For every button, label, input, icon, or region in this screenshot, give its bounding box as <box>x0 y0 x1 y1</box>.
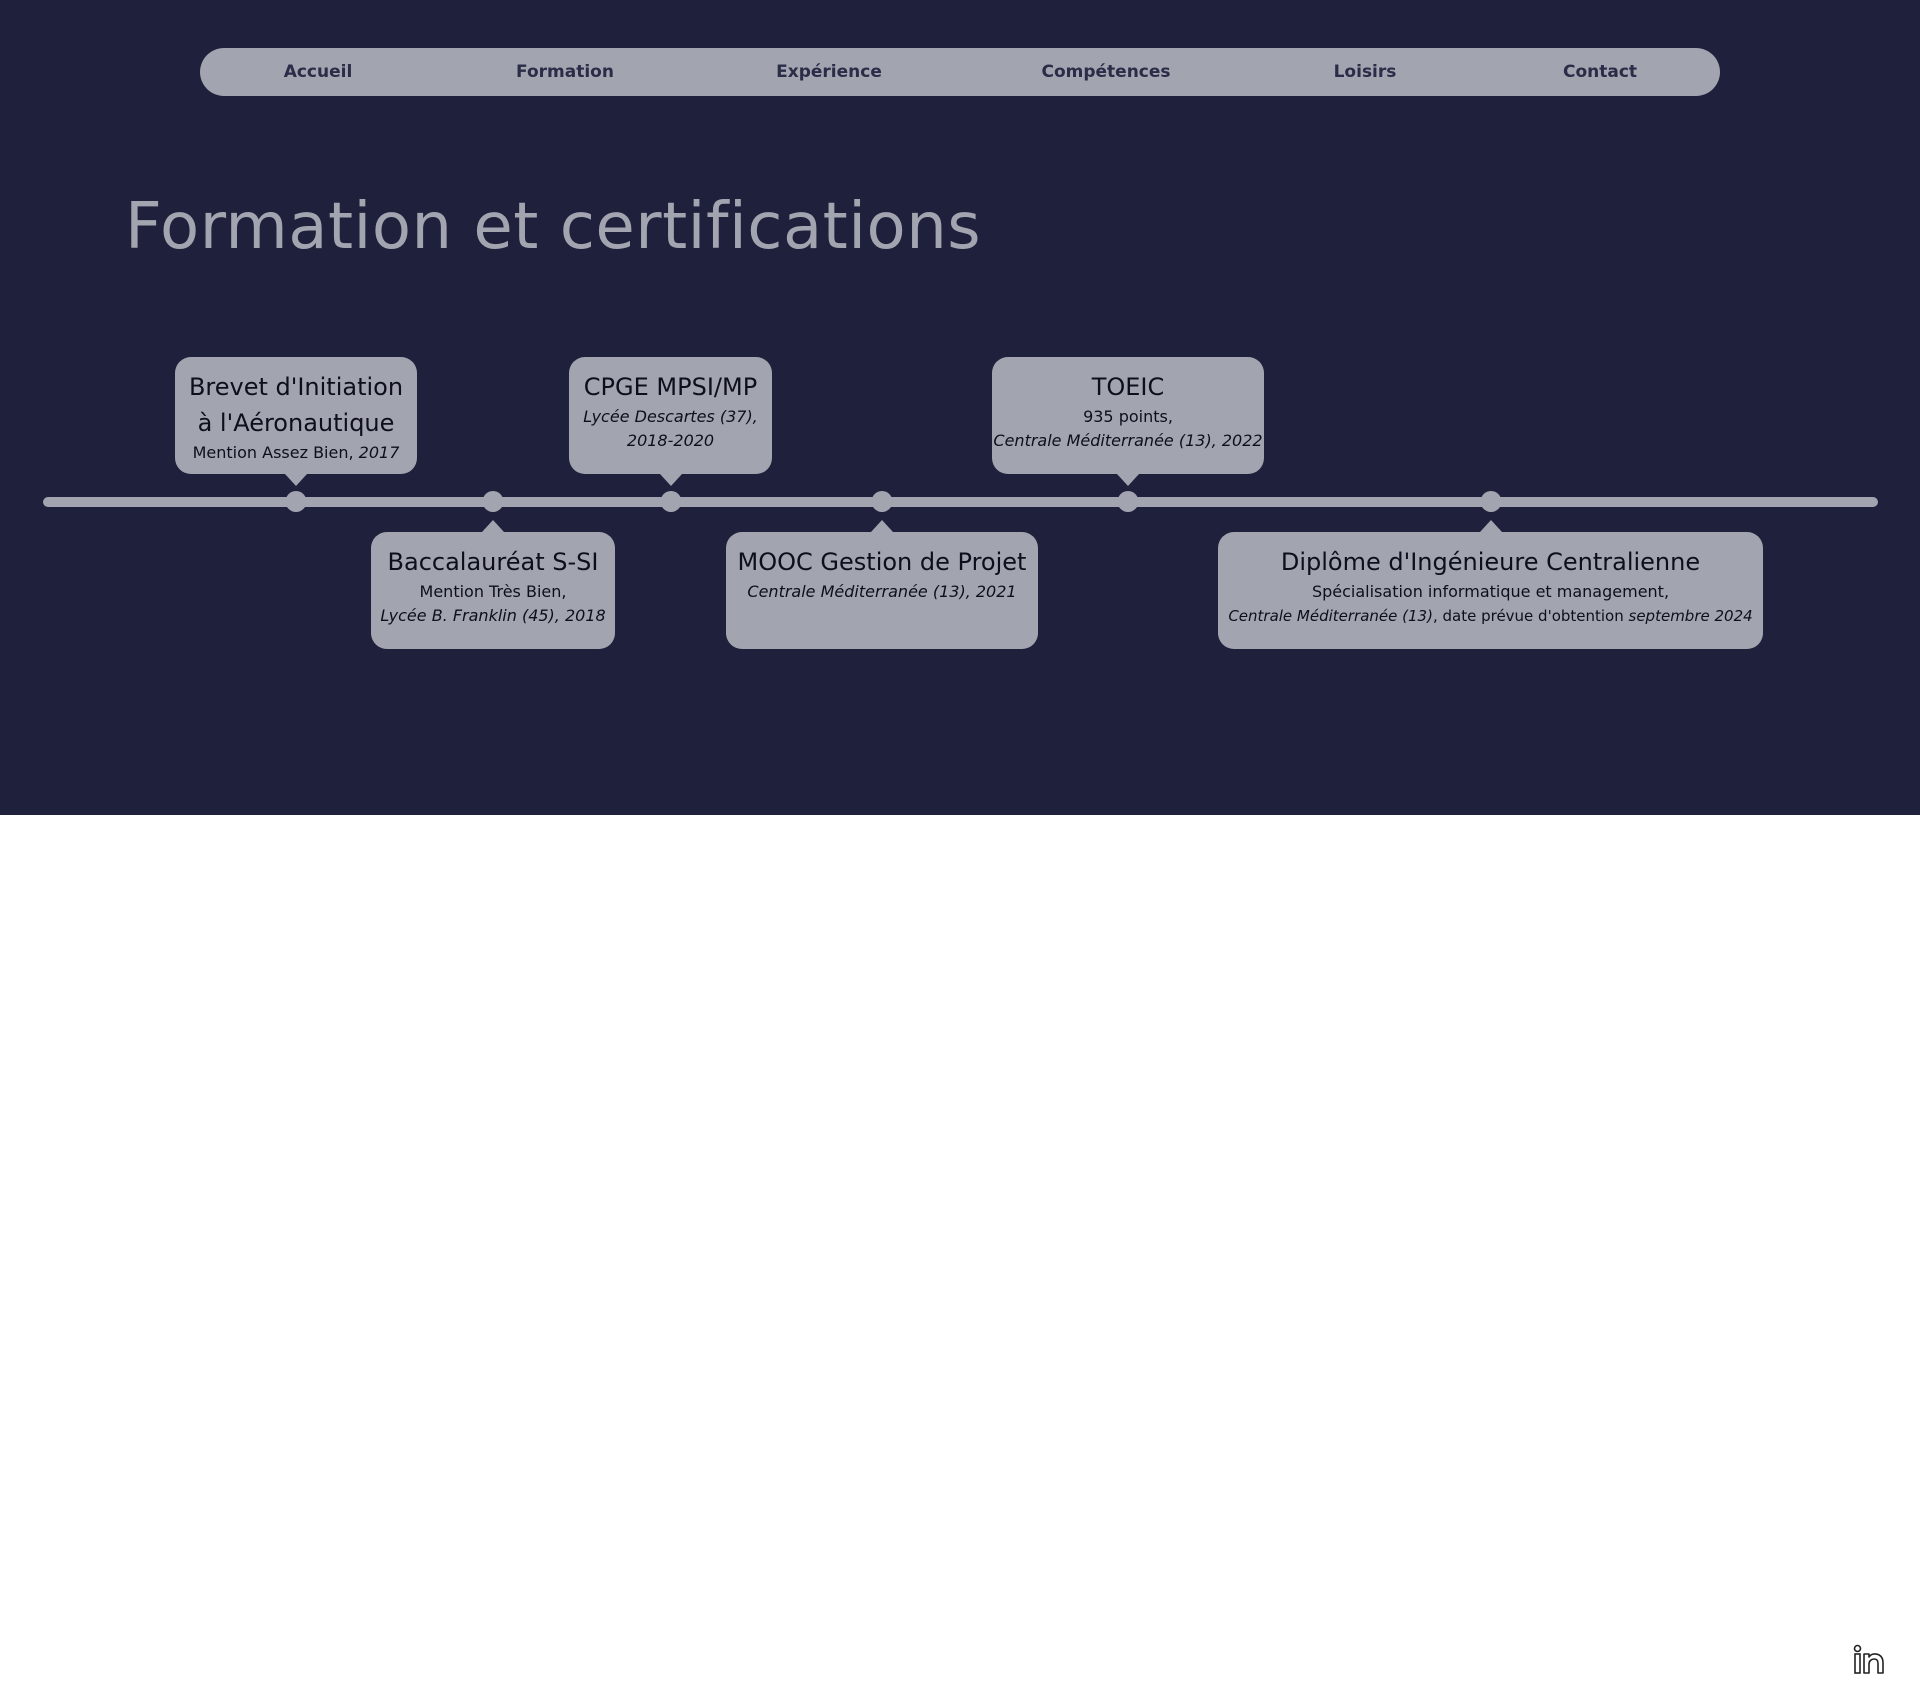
nav-accueil[interactable]: Accueil <box>284 48 353 96</box>
card-pointer <box>1479 520 1502 532</box>
nav-experience[interactable]: Expérience <box>776 48 882 96</box>
main-section: Accueil Formation Expérience Compétences… <box>0 0 1920 815</box>
timeline-dot <box>1480 491 1502 512</box>
card-detail: Centrale Méditerranée (13), 2021 <box>747 582 1017 601</box>
card-title: Diplôme d'Ingénieure Centralienne <box>1280 548 1701 576</box>
card-detail: Centrale Méditerranée (13), date prévue … <box>1228 607 1753 625</box>
card-title: TOEIC <box>1091 373 1165 401</box>
navbar: Accueil Formation Expérience Compétences… <box>200 48 1720 96</box>
card-title: CPGE MPSI/MP <box>583 373 758 401</box>
nav-formation[interactable]: Formation <box>516 48 614 96</box>
timeline-card-diplome: Diplôme d'Ingénieure Centralienne Spécia… <box>1218 520 1763 649</box>
card-detail: Mention Assez Bien, 2017 <box>192 443 400 462</box>
card-title: MOOC Gestion de Projet <box>737 548 1027 576</box>
timeline-dot <box>660 491 682 512</box>
card-detail: 935 points, <box>1083 407 1173 426</box>
card-pointer <box>285 474 307 486</box>
timeline-dot <box>285 491 307 512</box>
card-title: Brevet d'Initiation <box>188 373 404 401</box>
card-pointer <box>482 520 504 532</box>
nav-competences[interactable]: Compétences <box>1041 48 1170 96</box>
timeline-card-cpge: CPGE MPSI/MP Lycée Descartes (37), 2018-… <box>569 357 772 486</box>
timeline-dot <box>871 491 893 512</box>
card-title: Baccalauréat S-SI <box>387 548 599 576</box>
timeline-card-mooc: MOOC Gestion de Projet Centrale Méditerr… <box>726 520 1038 649</box>
card-title: à l'Aéronautique <box>197 409 395 437</box>
nav-loisirs[interactable]: Loisirs <box>1334 48 1397 96</box>
nav-contact[interactable]: Contact <box>1563 48 1637 96</box>
linkedin-icon[interactable] <box>1852 1643 1886 1677</box>
page-title: Formation et certifications <box>125 190 982 264</box>
timeline-line <box>43 497 1878 507</box>
page: Accueil Formation Expérience Compétences… <box>0 0 1920 1674</box>
card-detail: Spécialisation informatique et managemen… <box>1311 582 1670 601</box>
card-detail: 2018-2020 <box>626 431 715 450</box>
card-pointer <box>1117 474 1139 486</box>
timeline-dot <box>482 491 504 512</box>
card-pointer <box>871 520 893 532</box>
card-detail: Lycée Descartes (37), <box>583 407 758 426</box>
timeline-card-bac: Baccalauréat S-SI Mention Très Bien, Lyc… <box>371 520 615 649</box>
card-detail: Lycée B. Franklin (45), 2018 <box>380 606 606 625</box>
timeline-card-toeic: TOEIC 935 points, Centrale Méditerranée … <box>992 357 1264 486</box>
card-pointer <box>659 474 682 486</box>
card-detail: Mention Très Bien, <box>419 582 567 601</box>
footer <box>0 815 1920 1674</box>
timeline-card-brevet: Brevet d'Initiation à l'Aéronautique Men… <box>175 357 417 486</box>
timeline-dot <box>1117 491 1139 512</box>
card-detail: Centrale Méditerranée (13), 2022 <box>993 431 1263 450</box>
